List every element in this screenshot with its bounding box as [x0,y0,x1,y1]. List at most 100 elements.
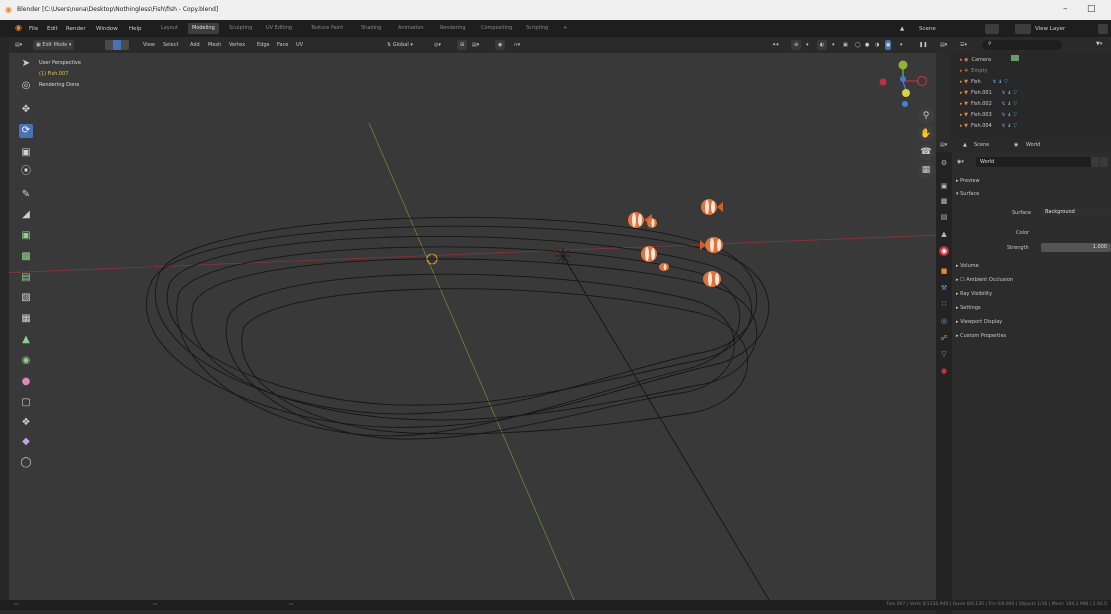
camera-view-icon[interactable]: ☎ [918,144,934,160]
rotate-tool-icon[interactable]: ⟳ [19,124,33,138]
measure-tool-icon[interactable]: ◢ [19,208,33,222]
menu-face[interactable]: Face [277,40,288,50]
scene-tab-icon[interactable]: ▲ [939,229,949,239]
panel-ray-visibility[interactable]: ▸ Ray Visibility [956,291,992,297]
pan-view-icon[interactable]: ✋ [918,126,934,142]
bevel-tool-icon[interactable]: ▧ [19,291,33,305]
shading-solid-icon[interactable]: ● [865,40,869,50]
transform-tool-icon[interactable]: ⦿ [19,165,33,179]
overlays-toggle-icon[interactable]: ◐ [817,40,828,50]
physics-tab-icon[interactable]: ◎ [939,316,949,326]
menu-edit[interactable]: Edit [47,26,58,32]
add-workspace-button[interactable]: + [559,23,571,34]
new-world-icon[interactable] [1100,157,1108,167]
blender-menu-icon[interactable]: ◉ [15,23,22,32]
menu-add[interactable]: Add [190,40,200,50]
outliner-item-fish-003[interactable]: ▸ ▼ Fish.003 ↯ ♝ ▽ [960,110,1017,120]
view-layer-name[interactable]: View Layer [1035,26,1065,32]
tweak-tool-icon[interactable]: ➤ [19,57,33,71]
pivot-point-icon[interactable]: ◎▾ [434,40,441,50]
menu-mesh[interactable]: Mesh [208,40,221,50]
outliner-item-camera[interactable]: ▸ ◉ Camera [960,55,1019,65]
panel-settings[interactable]: ▸ Settings [956,305,981,311]
world-tab-icon[interactable]: ◉ [939,246,949,256]
world-breadcrumb[interactable]: World [1026,142,1040,148]
view-layer-copy-icon[interactable] [1098,24,1108,34]
poly-build-tool-icon[interactable]: ◉ [19,354,33,368]
menu-file[interactable]: File [29,26,38,32]
edge-select-button[interactable] [113,40,121,50]
modifier-tab-icon[interactable]: ⚒ [939,283,949,293]
menu-help[interactable]: Help [129,26,142,32]
panel-ambient-occlusion[interactable]: ▸ ☐ Ambient Occlusion [956,277,1013,283]
menu-window[interactable]: Window [96,26,118,32]
shading-dropdown-icon[interactable]: ▾ [900,40,903,50]
smooth-tool-icon[interactable]: ▢ [19,396,33,410]
face-select-button[interactable] [121,40,129,50]
workspace-tab-sculpting[interactable]: Sculpting [225,23,256,34]
zoom-view-icon[interactable]: ⚲ [918,108,934,124]
surface-shader-field[interactable]: Background [1041,208,1111,217]
world-name-field[interactable]: World [976,157,1092,167]
annotate-tool-icon[interactable]: ✎ [19,188,33,202]
minimize-button[interactable]: – [1063,4,1068,14]
menu-edge[interactable]: Edge [257,40,270,50]
vertex-select-button[interactable] [105,40,113,50]
render-tab-icon[interactable]: ▣ [939,181,949,191]
strength-field[interactable]: 1.000 [1041,243,1111,252]
panel-preview[interactable]: ▸ Preview [956,178,980,184]
gizmo-dropdown-icon[interactable]: ▾ [806,40,809,50]
output-tab-icon[interactable]: ▩ [939,196,949,206]
cursor-tool-icon[interactable]: ◎ [19,79,33,93]
scene-breadcrumb[interactable]: Scene [974,142,989,148]
particles-tab-icon[interactable]: ∷ [939,299,949,309]
data-tab-icon[interactable]: ▽ [939,349,949,359]
spin-tool-icon[interactable]: ● [19,375,33,389]
edge-slide-tool-icon[interactable]: ❖ [19,416,33,430]
shading-rendered-icon[interactable]: ● [885,40,892,50]
object-tab-icon[interactable]: ■ [939,266,949,276]
workspace-tab-animation[interactable]: Animation [394,23,428,34]
menu-view[interactable]: View [143,40,155,50]
workspace-tab-modeling[interactable]: Modeling [188,23,219,34]
workspace-tab-rendering[interactable]: Rendering [436,23,470,34]
gizmo-toggle-icon[interactable]: ⊕ [791,40,802,50]
outliner-item-fish[interactable]: ▸ ▼ Fish ↯ ♝ ▽ [960,77,1008,87]
outliner-item-fish-002[interactable]: ▸ ▼ Fish.002 ↯ ♝ ▽ [960,99,1017,109]
view-layer-tab-icon[interactable]: ▤ [939,212,949,222]
shading-wireframe-icon[interactable]: ◯ [855,40,861,50]
outliner-editor-icon[interactable]: ▤▾ [940,42,947,48]
constraints-tab-icon[interactable]: ☍ [939,333,949,343]
panel-custom-properties[interactable]: ▸ Custom Properties [956,333,1006,339]
transform-orientation-dropdown[interactable]: ⇅ Global ▾ [387,40,413,50]
scene-copy-icon[interactable] [985,24,999,34]
filter-icon[interactable]: ▼▾ [1096,41,1102,47]
menu-vertex[interactable]: Vertex [229,40,245,50]
proportional-edit-icon[interactable]: ◉ [495,40,506,50]
pause-icon[interactable]: ❚❚ [919,40,927,50]
workspace-tab-layout[interactable]: Layout [157,23,182,34]
panel-viewport-display[interactable]: ▸ Viewport Display [956,319,1002,325]
snap-target-icon[interactable]: ▤▾ [472,40,479,50]
extrude-tool-icon[interactable]: ▩ [19,250,33,264]
workspace-tab-compositing[interactable]: Compositing [477,23,516,34]
add-cube-tool-icon[interactable]: ▣ [19,229,33,243]
panel-surface[interactable]: ▾ Surface [956,191,979,197]
scene-name[interactable]: Scene [919,26,936,32]
snap-icon[interactable]: ⊞ [457,40,468,50]
menu-render[interactable]: Render [66,26,86,32]
menu-uv[interactable]: UV [296,40,303,50]
proportional-falloff-icon[interactable]: ∩▾ [514,40,520,50]
view-object-types-icon[interactable]: ✦▾ [772,40,779,50]
fake-user-icon[interactable] [1091,157,1099,167]
inset-tool-icon[interactable]: ▤ [19,271,33,285]
properties-editor-icon[interactable]: ▤▾ [940,142,947,148]
menu-select[interactable]: Select [163,40,178,50]
material-tab-icon[interactable]: ● [939,366,949,376]
knife-tool-icon[interactable]: ▲ [19,333,33,347]
shear-tool-icon[interactable]: ◯ [19,456,33,470]
view-layer-icon[interactable] [1015,24,1031,34]
3d-viewport[interactable]: User Perspective (1) Fish.007 Rendering … [9,53,936,600]
workspace-tab-scripting[interactable]: Scripting [522,23,552,34]
tool-tab-icon[interactable]: ⚙ [939,158,949,168]
